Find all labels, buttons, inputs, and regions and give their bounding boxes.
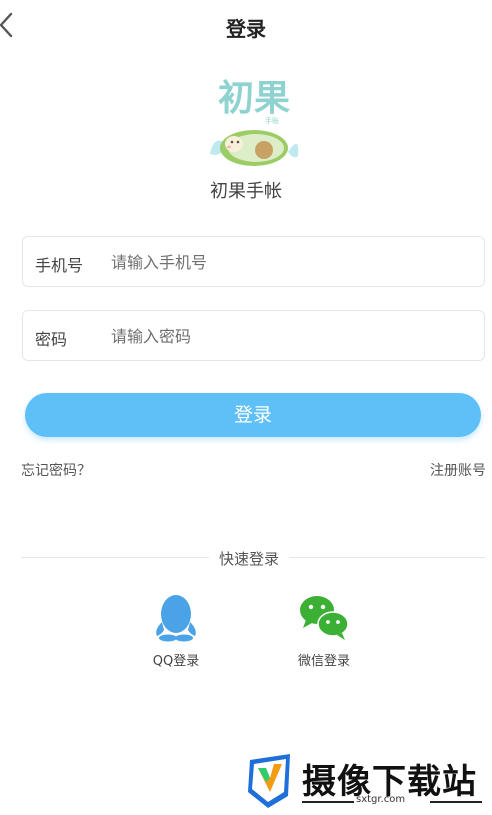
password-field: 密码 [22,310,485,361]
password-label: 密码 [35,330,68,349]
qq-login-label: QQ登录 [152,654,200,669]
logo-subtext: 手账 [265,116,279,125]
register-link[interactable]: 注册账号 [430,460,486,480]
wechat-login-label: 微信登录 [297,654,350,669]
watermark-logo-icon [248,754,290,808]
app-logo: 初果 手账 [204,74,304,168]
logo-text: 初果 [218,78,290,119]
password-input[interactable] [111,323,471,349]
watermark-line-left [302,801,354,803]
qq-icon [156,595,196,642]
login-button[interactable]: 登录 [25,393,481,437]
phone-label: 手机号 [35,256,84,275]
watermark-url: sxtgr.com [356,794,406,805]
watermark: 摄像下载站 sxtgr.com [244,752,492,812]
wechat-login-button[interactable]: 微信登录 [274,592,374,669]
qq-login-button[interactable]: QQ登录 [126,592,226,669]
wechat-icon [300,596,349,640]
phone-input[interactable] [111,249,471,275]
forgot-password-link[interactable]: 忘记密码？ [21,460,91,480]
header: 登录 [0,0,492,52]
page-title: 登录 [226,17,266,41]
app-name: 初果手帐 [210,181,282,202]
watermark-line-right [430,801,482,803]
phone-field: 手机号 [22,236,485,287]
quick-login-title: 快速登录 [209,548,290,569]
